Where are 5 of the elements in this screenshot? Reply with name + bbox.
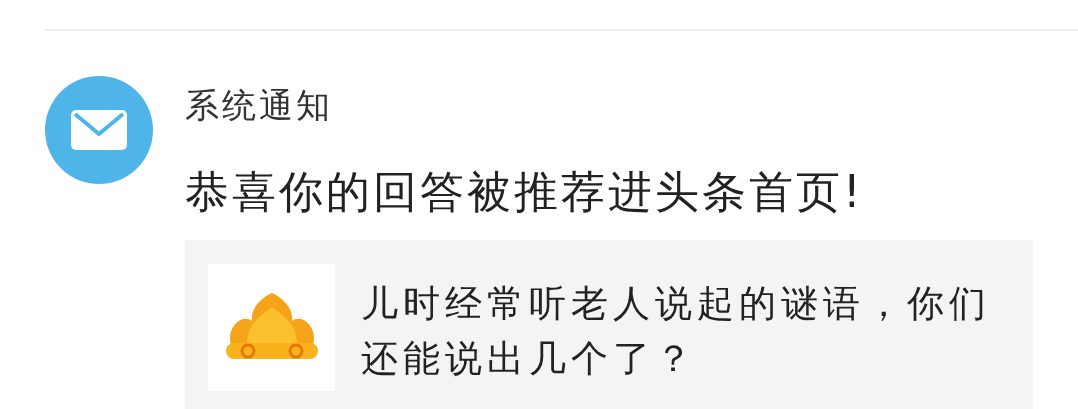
mail-icon (45, 76, 153, 184)
sender-name: 系统通知 (185, 88, 334, 122)
question-title: 儿时经常听老人说起的谜语，你们还能说出几个了？ (361, 281, 992, 382)
notification-message: 恭喜你的回答被推荐进头条首页! (185, 170, 865, 214)
question-card[interactable]: 儿时经常听老人说起的谜语，你们还能说出几个了？ (185, 240, 1033, 409)
